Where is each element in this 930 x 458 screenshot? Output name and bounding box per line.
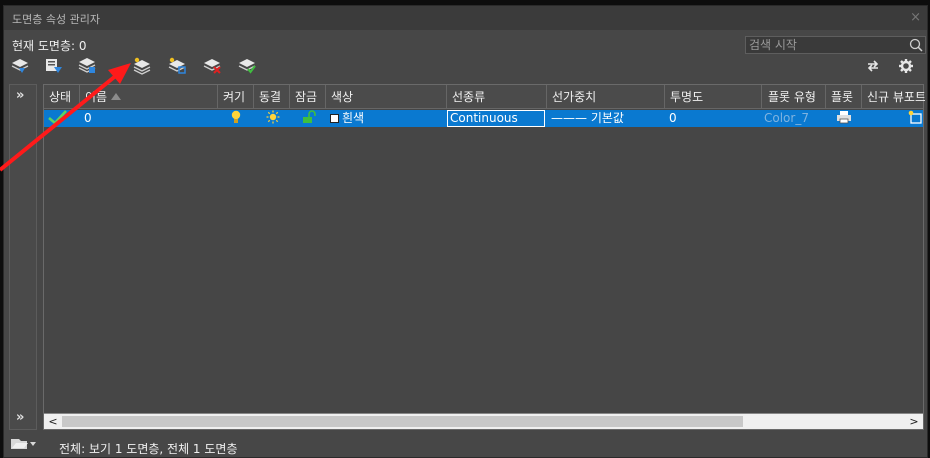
annotation-red-arrow bbox=[0, 63, 131, 172]
